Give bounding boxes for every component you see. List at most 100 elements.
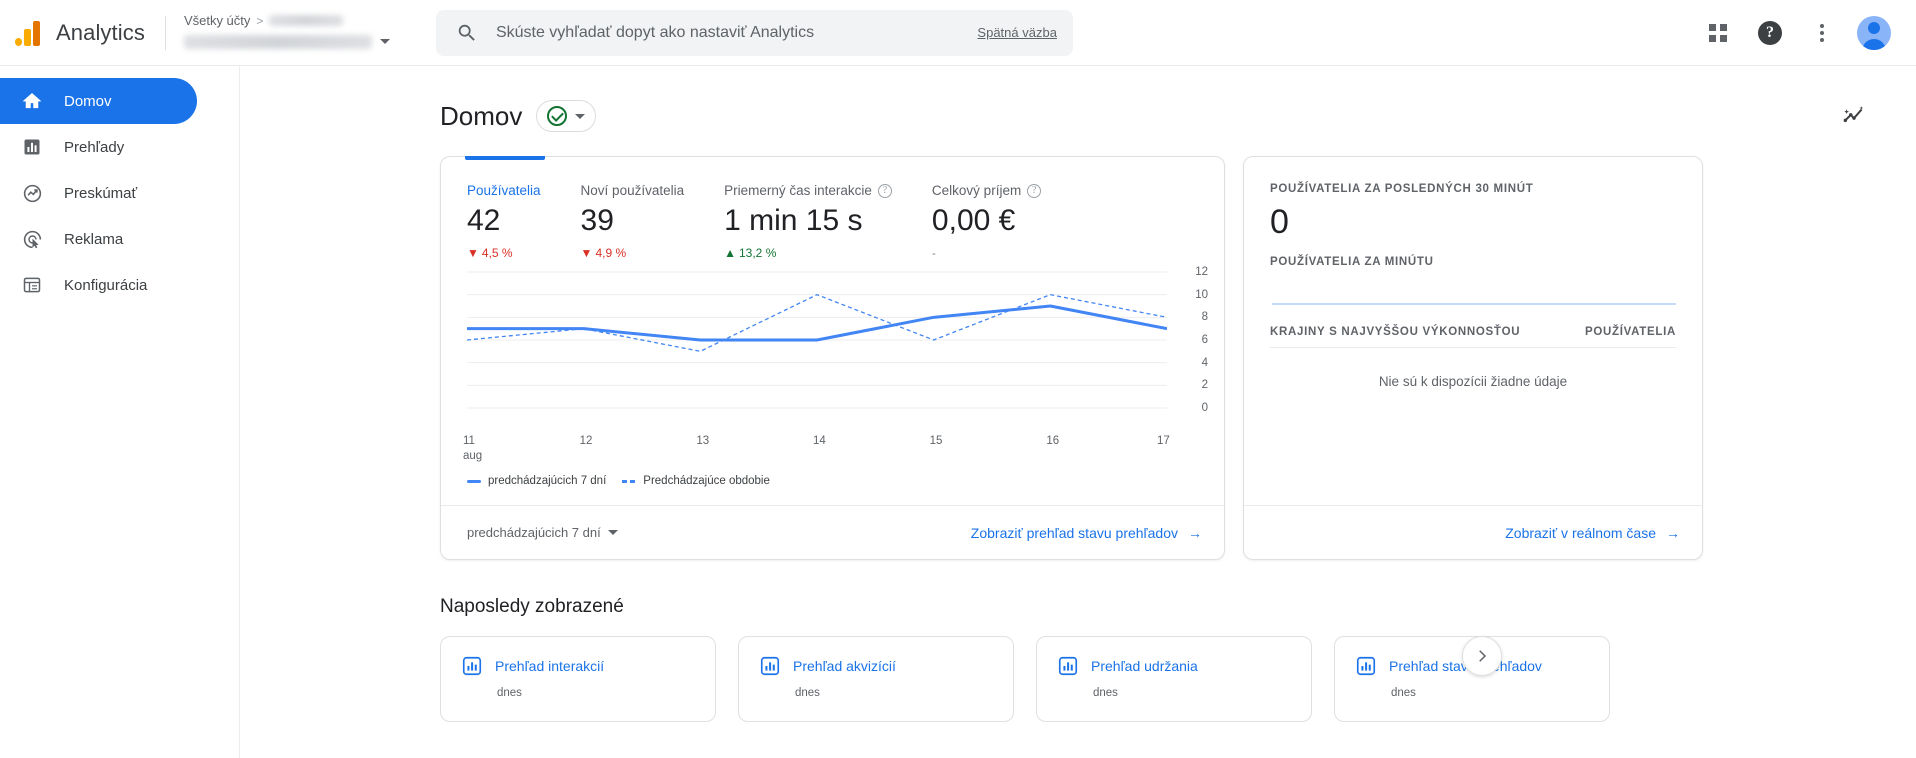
- sidebar-item-label: Preskúmať: [64, 184, 138, 202]
- header-actions: ?: [1696, 11, 1916, 55]
- help-button[interactable]: ?: [1748, 11, 1792, 55]
- legend-solid-swatch: [467, 479, 481, 483]
- x-tick-label: 13: [696, 435, 710, 447]
- recent-card-sub: dnes: [497, 687, 522, 699]
- x-tick-label: 14: [813, 435, 826, 447]
- legend-dashed-swatch: [622, 479, 637, 483]
- account-button[interactable]: [1852, 11, 1896, 55]
- breadcrumb[interactable]: Všetky účty >: [183, 12, 414, 54]
- breadcrumb-property-redacted: [183, 34, 372, 49]
- feedback-link[interactable]: Spätná väzba: [977, 25, 1057, 40]
- sidebar-item-reklama[interactable]: Reklama: [0, 216, 197, 262]
- table-header-users: POUŽÍVATELIA: [1584, 326, 1676, 338]
- help-icon: ?: [1758, 20, 1782, 45]
- metric-priemerny-cas-interakcie[interactable]: Priemerný čas interakcie ? 1 min 15 s ▲ …: [724, 183, 892, 260]
- search-bar[interactable]: Skúste vyhľadať dopyt ako nastaviť Analy…: [435, 9, 1073, 56]
- chart-series-0: [467, 304, 1167, 342]
- realtime-subtitle: POUŽÍVATELIA ZA MINÚTU: [1270, 256, 1434, 268]
- date-range-label: predchádzajúcich 7 dní: [467, 525, 601, 540]
- breadcrumb-separator: >: [256, 13, 264, 28]
- more-vert-icon: [1820, 23, 1824, 42]
- search-input[interactable]: Skúste vyhľadať dopyt ako nastaviť Analy…: [496, 24, 977, 42]
- recent-card-prehlad-udrzania[interactable]: Prehľad udržania dnes: [1036, 636, 1312, 722]
- page-header: Domov: [240, 66, 1916, 138]
- chart-x-axis: 11 aug 12 13 14 15 16 17: [463, 435, 1202, 467]
- sidebar-item-prehlady[interactable]: Prehľady: [0, 124, 197, 170]
- arrow-down-icon: ▼: [580, 246, 593, 260]
- recent-card-label: Prehľad udržania: [1091, 658, 1198, 674]
- bar-chart-icon: [1058, 656, 1078, 676]
- recently-viewed-title: Naposledy zobrazené: [440, 596, 624, 617]
- realtime-no-data: Nie sú k dispozícii žiadne údaje: [1378, 374, 1568, 389]
- help-tooltip-icon[interactable]: ?: [877, 183, 892, 198]
- metric-delta-value: 13,2 %: [739, 246, 777, 260]
- breadcrumb-account-redacted: [269, 15, 344, 26]
- sidebar-item-label: Reklama: [64, 230, 124, 248]
- metric-delta-value: -: [931, 246, 936, 260]
- sidebar-item-konfiguracia[interactable]: Konfigurácia: [0, 262, 197, 308]
- carousel-next-button[interactable]: [1462, 636, 1502, 676]
- recent-card-prehlad-interakcii[interactable]: Prehľad interakcií dnes: [440, 636, 716, 722]
- overview-line-chart: 0 2 4 6 8 10 12: [467, 266, 1208, 431]
- metric-label: Celkový príjem: [931, 183, 1022, 198]
- y-tick-label: 10: [1195, 288, 1208, 301]
- sidebar-item-label: Domov: [64, 92, 112, 110]
- explore-icon: [20, 181, 44, 205]
- metric-label: Noví používatelia: [580, 183, 685, 198]
- recent-card-sub: dnes: [795, 687, 820, 699]
- green-check-circle-icon: [547, 106, 568, 126]
- recent-card-label: Prehľad akvizícií: [793, 658, 896, 674]
- reports-bar-chart-icon: [20, 135, 44, 159]
- date-range-selector[interactable]: predchádzajúcich 7 dní: [467, 525, 618, 540]
- metric-celkovy-prijem[interactable]: Celkový príjem ? 0,00 € -: [931, 183, 1042, 260]
- chart-plot: [467, 271, 1167, 409]
- header-divider: [164, 15, 166, 50]
- insights-button[interactable]: [1832, 94, 1876, 138]
- arrow-down-icon: ▼: [467, 246, 479, 260]
- help-tooltip-icon[interactable]: ?: [1027, 183, 1042, 198]
- realtime-sparkline: [1270, 274, 1676, 320]
- sparkline-plot: [1272, 303, 1676, 305]
- x-tick-sublabel: aug: [463, 450, 483, 462]
- property-status-chip[interactable]: [536, 100, 597, 132]
- analytics-logo-icon: [14, 18, 44, 48]
- more-options-button[interactable]: [1800, 11, 1844, 55]
- y-tick-label: 2: [1201, 379, 1208, 392]
- sidebar-item-domov[interactable]: Domov: [0, 78, 197, 124]
- recently-viewed-row: Prehľad interakcií dnes Prehľad akvizíci…: [240, 618, 1916, 722]
- metric-delta: ▼ 4,9 %: [581, 246, 685, 260]
- chart-series-1: [467, 294, 1167, 352]
- chevron-down-icon[interactable]: [379, 39, 390, 44]
- metric-novi-pouzivatelia[interactable]: Noví používatelia 39 ▼ 4,9 %: [581, 183, 685, 260]
- bar-chart-icon: [462, 656, 482, 676]
- recent-card-prehlad-akvizicii[interactable]: Prehľad akvizícií dnes: [738, 636, 1014, 722]
- chart-y-axis: 0 2 4 6 8 10 12: [1182, 266, 1208, 414]
- insights-sparkle-icon: [1843, 106, 1864, 123]
- footer-link-label: Zobraziť prehľad stavu prehľadov: [970, 524, 1178, 541]
- home-icon: [20, 89, 44, 113]
- advertising-icon: [20, 227, 44, 251]
- chevron-down-icon[interactable]: [575, 113, 586, 119]
- legend-item-current: predchádzajúcich 7 dní: [467, 475, 606, 487]
- sidebar-item-preskumat[interactable]: Preskúmať: [0, 170, 197, 216]
- x-tick-label: 11: [463, 435, 475, 447]
- arrow-right-icon: →: [1666, 524, 1680, 541]
- breadcrumb-all-accounts[interactable]: Všetky účty: [184, 13, 250, 28]
- chart-legend: predchádzajúcich 7 dní Predchádzajúce ob…: [441, 467, 1224, 487]
- view-reports-snapshot-link[interactable]: Zobraziť prehľad stavu prehľadov →: [971, 525, 1202, 541]
- chevron-down-icon: [607, 530, 618, 535]
- metric-pouzivatelia[interactable]: Používatelia 42 ▼ 4,5 %: [467, 183, 541, 260]
- apps-grid-button[interactable]: [1696, 11, 1740, 55]
- chevron-right-icon: [1479, 650, 1487, 662]
- recent-card-sub: dnes: [1093, 687, 1118, 699]
- sidebar: Domov Prehľady Preskúmať Reklama Konfigu…: [0, 66, 240, 758]
- metric-value: 0,00 €: [931, 204, 1016, 237]
- metric-delta: ▼ 4,5 %: [467, 246, 541, 260]
- y-tick-label: 12: [1195, 266, 1208, 278]
- legend-label: predchádzajúcich 7 dní: [488, 475, 607, 487]
- realtime-value: 0: [1270, 203, 1289, 241]
- y-tick-label: 6: [1201, 334, 1208, 346]
- logo-wrap: Analytics: [14, 18, 145, 48]
- legend-item-previous: Predchádzajúce obdobie: [622, 475, 770, 487]
- view-realtime-link[interactable]: Zobraziť v reálnom čase →: [1505, 525, 1680, 541]
